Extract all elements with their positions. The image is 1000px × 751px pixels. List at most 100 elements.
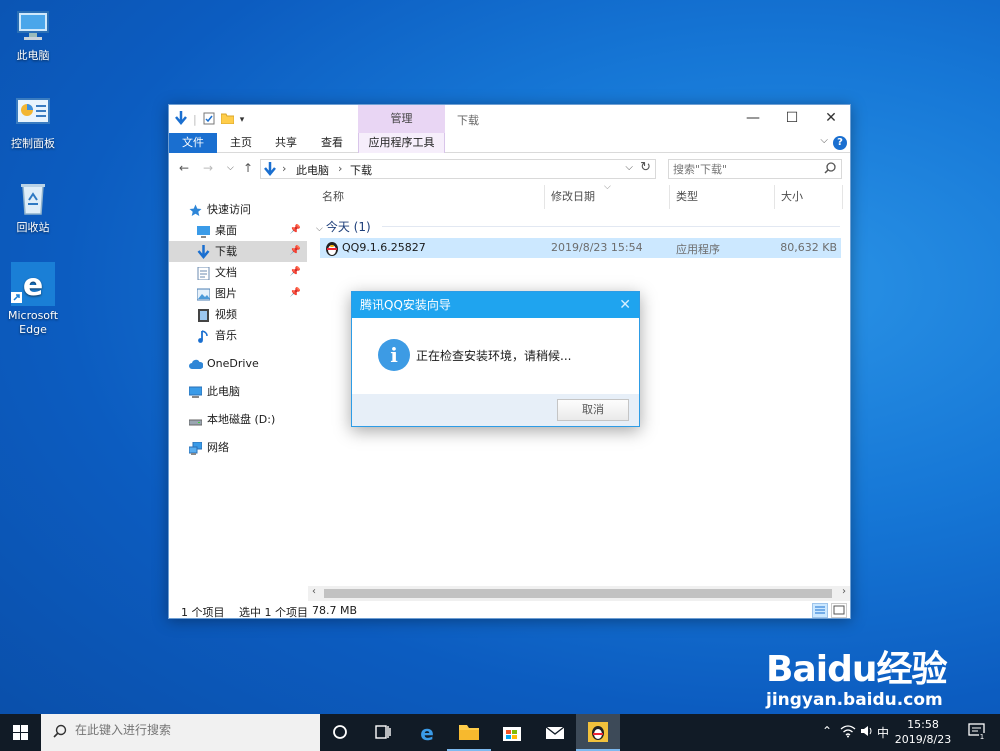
show-hidden-icons[interactable]: ⌃ [822, 724, 832, 738]
nav-downloads[interactable]: 下载 📌 [169, 241, 307, 262]
horizontal-scrollbar[interactable]: ‹ › [308, 586, 850, 601]
nav-quick-access[interactable]: 快速访问 [169, 199, 307, 220]
file-type: 应用程序 [676, 243, 720, 256]
down-arrow-icon[interactable] [175, 111, 187, 128]
recent-locations-icon[interactable]: ⌵ [227, 163, 234, 173]
breadcrumb-separator: › [338, 162, 343, 175]
status-item-count: 1 个项目 [181, 606, 225, 619]
svg-text:e: e [420, 721, 434, 745]
hard-drive-icon [188, 413, 203, 426]
downloads-folder-icon [264, 162, 276, 179]
new-folder-icon[interactable] [220, 112, 235, 127]
file-size: 80,632 KB [780, 241, 837, 254]
down-arrow-icon [197, 245, 210, 259]
search-box[interactable] [668, 159, 842, 179]
group-header[interactable]: ⌵ 今天 (1) [316, 218, 371, 235]
window-title: 下载 [457, 114, 479, 127]
close-icon[interactable]: ✕ [619, 292, 631, 318]
title-bar[interactable]: | ▾ 管理 下载 — ☐ ✕ [169, 105, 850, 133]
help-icon[interactable]: ? [833, 136, 847, 150]
address-dropdown-icon[interactable]: ⌵ [625, 162, 633, 173]
computer-icon [188, 385, 203, 398]
dialog-title-bar[interactable]: 腾讯QQ安装向导 ✕ [352, 292, 639, 318]
manage-context-tab[interactable]: 管理 [358, 105, 445, 133]
document-icon [197, 266, 210, 281]
desktop-folder-icon [197, 224, 210, 238]
table-row[interactable]: QQ9.1.6.25827 2019/8/23 15:54 应用程序 80,63… [320, 238, 841, 258]
column-header-type[interactable]: 类型 [670, 185, 775, 209]
qq-installer-taskbar-icon[interactable] [576, 714, 620, 751]
desktop-icon-control-panel[interactable]: 控制面板 [4, 94, 62, 151]
address-bar[interactable]: › 此电脑 › 下载 ⌵ ↻ [260, 159, 656, 179]
nav-onedrive[interactable]: OneDrive [169, 353, 307, 374]
taskbar-search-input[interactable] [75, 723, 275, 737]
dialog-footer: 取消 [352, 394, 639, 426]
desktop-icon-label: 此电脑 [16, 49, 50, 62]
nav-documents[interactable]: 文档 📌 [169, 262, 307, 283]
star-icon [189, 203, 202, 216]
nav-local-disk-d[interactable]: 本地磁盘 (D:) [169, 409, 307, 430]
breadcrumb-this-pc[interactable]: 此电脑 [296, 162, 329, 178]
large-icons-view-icon[interactable] [831, 603, 847, 618]
cortana-icon[interactable] [318, 714, 362, 751]
desktop-icon-recycle-bin[interactable]: 回收站 [4, 178, 62, 235]
tab-home[interactable]: 主页 [221, 133, 261, 153]
customize-qat-icon[interactable]: ▾ [240, 115, 245, 125]
nav-videos[interactable]: 视频 [169, 304, 307, 325]
task-view-icon[interactable] [361, 714, 405, 751]
svg-text:e: e [23, 268, 43, 303]
wifi-icon[interactable] [840, 724, 856, 741]
ribbon-tabs: 文件 主页 共享 查看 应用程序工具 ⌵ ? [169, 133, 850, 153]
action-center-icon[interactable]: 1 [968, 723, 986, 742]
scroll-right-icon[interactable]: › [842, 586, 846, 597]
pin-icon[interactable]: 📌 [290, 283, 301, 304]
nav-network[interactable]: 网络 [169, 437, 307, 458]
scrollbar-thumb[interactable] [324, 589, 832, 598]
breadcrumb-downloads[interactable]: 下载 [350, 162, 372, 178]
nav-this-pc[interactable]: 此电脑 [169, 381, 307, 402]
tab-share[interactable]: 共享 [266, 133, 306, 153]
mail-taskbar-icon[interactable] [533, 714, 577, 751]
group-label: 今天 (1) [325, 220, 371, 234]
tab-file[interactable]: 文件 [169, 133, 217, 153]
refresh-icon[interactable]: ↻ [640, 160, 651, 175]
file-explorer-taskbar-icon[interactable] [447, 714, 491, 751]
start-button[interactable] [0, 714, 40, 751]
desktop-icon-this-pc[interactable]: 此电脑 [4, 6, 62, 63]
taskbar-search-box[interactable] [41, 714, 320, 751]
cancel-button[interactable]: 取消 [557, 399, 629, 421]
details-view-icon[interactable] [812, 603, 828, 618]
tab-view[interactable]: 查看 [312, 133, 352, 153]
tab-application-tools[interactable]: 应用程序工具 [358, 133, 445, 153]
up-arrow-icon[interactable]: ↑ [243, 161, 253, 175]
edge-icon: e [11, 262, 55, 306]
nav-pictures[interactable]: 图片 📌 [169, 283, 307, 304]
breadcrumb-separator: › [282, 162, 287, 175]
volume-icon[interactable] [860, 724, 874, 741]
system-clock[interactable]: 15:58 2019/8/23 [893, 717, 953, 747]
input-method-indicator[interactable]: 中 [877, 724, 889, 741]
desktop-icon-label: 回收站 [16, 221, 50, 234]
store-taskbar-icon[interactable] [490, 714, 534, 751]
properties-icon[interactable] [203, 112, 215, 128]
forward-arrow-icon[interactable]: → [203, 161, 213, 175]
desktop-icon-edge[interactable]: e Microsoft Edge [4, 262, 62, 337]
pin-icon[interactable]: 📌 [290, 262, 301, 283]
pin-icon[interactable]: 📌 [290, 241, 301, 262]
pin-icon[interactable]: 📌 [290, 220, 301, 241]
search-input[interactable] [669, 160, 809, 178]
column-header-name[interactable]: 名称 [316, 185, 545, 209]
close-button[interactable]: ✕ [808, 105, 854, 133]
back-arrow-icon[interactable]: ← [179, 161, 189, 175]
clock-time: 15:58 [907, 718, 939, 731]
nav-music[interactable]: 音乐 [169, 325, 307, 346]
dialog-message: 正在检查安装环境，请稍候... [416, 349, 572, 363]
column-header-size[interactable]: 大小 [775, 185, 843, 209]
cloud-icon [189, 357, 204, 370]
ribbon-expand-icon[interactable]: ⌵ [820, 135, 828, 146]
baidu-jingyan-watermark: Baidu经验 jingyan.baidu.com [766, 640, 947, 710]
status-selected: 选中 1 个项目 [239, 606, 308, 619]
nav-desktop[interactable]: 桌面 📌 [169, 220, 307, 241]
edge-taskbar-icon[interactable]: e [405, 714, 449, 751]
scroll-left-icon[interactable]: ‹ [312, 586, 316, 597]
